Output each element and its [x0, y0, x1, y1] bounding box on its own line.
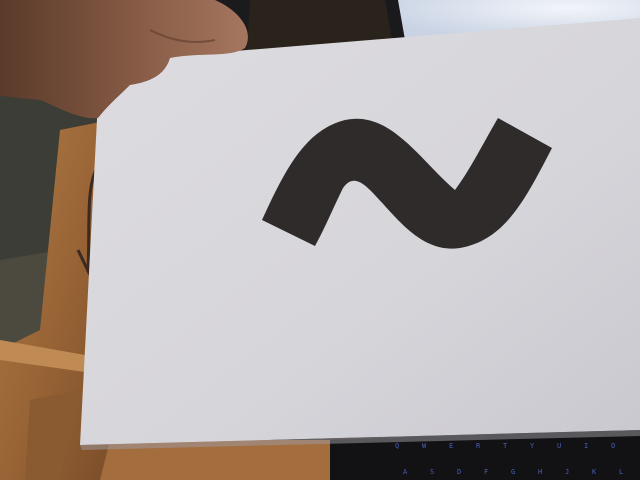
- key-u: U: [557, 442, 561, 450]
- key-e: E: [449, 442, 453, 450]
- key-s: S: [430, 468, 434, 476]
- paper-sheet: [80, 18, 640, 445]
- photo-scene: Q W E R T Y U I OA S D F G H J K L: [0, 0, 640, 480]
- key-q: Q: [395, 442, 399, 450]
- key-o: O: [611, 442, 615, 450]
- key-h: H: [538, 468, 542, 476]
- key-l: L: [619, 468, 623, 476]
- key-j: J: [565, 468, 569, 476]
- key-f: F: [484, 468, 488, 476]
- key-d: D: [457, 468, 461, 476]
- key-i: I: [584, 442, 588, 450]
- key-g: G: [511, 468, 515, 476]
